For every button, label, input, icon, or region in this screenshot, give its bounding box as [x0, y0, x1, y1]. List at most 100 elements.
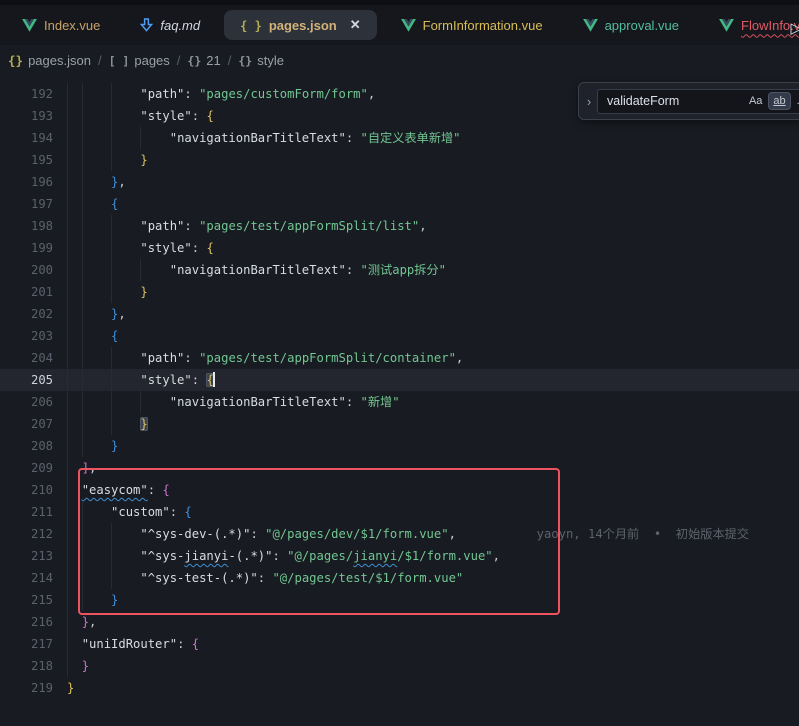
match-case-button[interactable]: Aa [745, 93, 766, 109]
code-token: } [111, 439, 118, 453]
code-text: } [67, 413, 799, 435]
indent-guide [67, 545, 68, 567]
indent-guide [67, 127, 68, 149]
code-token: : [346, 131, 361, 145]
indent-guide [82, 259, 83, 281]
line-number: 214 [0, 571, 53, 585]
code-token: { [206, 241, 213, 255]
code-token: "navigationBarTitleText" [170, 263, 346, 277]
code-token: "测试app拆分" [361, 263, 446, 277]
code-token: "custom" [111, 505, 170, 519]
indent-guide [82, 435, 83, 457]
code-line-207[interactable]: 207 } [0, 413, 799, 435]
code-token: "^sys-dev-(.*)" [140, 527, 250, 541]
line-number: 200 [0, 263, 53, 277]
tab-pages-json[interactable]: { }pages.json✕ [224, 10, 377, 40]
code-line-218[interactable]: 218 } [0, 655, 799, 677]
code-line-219[interactable]: 219} [0, 677, 799, 699]
code-line-211[interactable]: 211 "custom": { [0, 501, 799, 523]
code-token: jianyi [184, 549, 228, 563]
code-token [67, 549, 140, 563]
indent-guide [111, 237, 112, 259]
code-line-194[interactable]: 194 "navigationBarTitleText": "自定义表单新增" [0, 127, 799, 149]
indent-guide [82, 325, 83, 347]
code-line-196[interactable]: 196 }, [0, 171, 799, 193]
code-line-201[interactable]: 201 } [0, 281, 799, 303]
code-line-198[interactable]: 198 "path": "pages/test/appFormSplit/lis… [0, 215, 799, 237]
code-line-216[interactable]: 216 }, [0, 611, 799, 633]
code-line-199[interactable]: 199 "style": { [0, 237, 799, 259]
indent-guide [67, 567, 68, 589]
line-number: 192 [0, 87, 53, 101]
indent-guide [67, 501, 68, 523]
code-line-206[interactable]: 206 "navigationBarTitleText": "新增" [0, 391, 799, 413]
code-line-195[interactable]: 195 } [0, 149, 799, 171]
regex-button[interactable]: .* [793, 93, 799, 109]
code-token: "新增" [361, 395, 400, 409]
code-text: "^sys-jianyi-(.*)": "@/pages/jianyi/$1/f… [67, 545, 799, 567]
breadcrumb-item-pages[interactable]: [ ]pages [109, 53, 170, 68]
find-toggle-replace-chevron-icon[interactable]: › [581, 94, 597, 109]
code-token: "uniIdRouter" [82, 637, 177, 651]
vue-icon [719, 19, 734, 32]
code-line-204[interactable]: 204 "path": "pages/test/appFormSplit/con… [0, 347, 799, 369]
symbol-array-icon: [ ] [109, 54, 130, 68]
code-token: "style" [140, 109, 191, 123]
code-token [67, 417, 140, 431]
tab-forminformation-vue[interactable]: FormInformation.vue [385, 10, 559, 40]
code-token [67, 527, 140, 541]
code-token: "style" [140, 241, 191, 255]
line-number: 202 [0, 307, 53, 321]
indent-guide [67, 457, 68, 479]
code-token: yaoyn, 14个月前 • 初始版本提交 [456, 527, 749, 541]
line-number: 199 [0, 241, 53, 255]
code-line-202[interactable]: 202 }, [0, 303, 799, 325]
code-token: : [272, 549, 287, 563]
whole-word-button[interactable]: ab [769, 93, 789, 109]
code-line-217[interactable]: 217 "uniIdRouter": { [0, 633, 799, 655]
indent-guide [67, 633, 68, 655]
code-token [67, 219, 140, 233]
code-token: : [346, 263, 361, 277]
breadcrumb-item-pages-json[interactable]: {}pages.json [8, 53, 91, 68]
code-line-203[interactable]: 203 { [0, 325, 799, 347]
tab-flowinfo-vu[interactable]: FlowInfo.vu [703, 10, 799, 40]
tab-index-vue[interactable]: Index.vue [6, 10, 116, 40]
code-token: "自定义表单新增" [361, 131, 461, 145]
indent-guide [67, 83, 68, 105]
code-line-213[interactable]: 213 "^sys-jianyi-(.*)": "@/pages/jianyi/… [0, 545, 799, 567]
json-braces-icon: { } [240, 18, 262, 33]
code-line-210[interactable]: 210 "easycom": { [0, 479, 799, 501]
code-token [67, 461, 82, 475]
code-line-197[interactable]: 197 { [0, 193, 799, 215]
code-token: "@/pages/ [287, 549, 353, 563]
find-input[interactable]: validateForm [607, 94, 742, 108]
code-token: -(.*)" [228, 549, 272, 563]
code-line-212[interactable]: 212 "^sys-dev-(.*)": "@/pages/dev/$1/for… [0, 523, 799, 545]
tab-approval-vue[interactable]: approval.vue [567, 10, 695, 40]
file-json-icon: {} [8, 53, 23, 68]
tab-close-icon[interactable]: ✕ [350, 17, 361, 33]
code-line-205[interactable]: 205 "style": { [0, 369, 799, 391]
code-line-209[interactable]: 209 ], [0, 457, 799, 479]
indent-guide [82, 105, 83, 127]
indent-guide [67, 171, 68, 193]
tab-faq-md[interactable]: faq.md [124, 10, 216, 40]
breadcrumb-item-21[interactable]: {}21 [187, 53, 220, 68]
code-line-208[interactable]: 208 } [0, 435, 799, 457]
code-line-215[interactable]: 215 } [0, 589, 799, 611]
indent-guide [82, 523, 83, 545]
breadcrumb-label: 21 [206, 53, 220, 68]
code-editor[interactable]: 192 "path": "pages/customForm/form",193 … [0, 76, 799, 726]
code-line-200[interactable]: 200 "navigationBarTitleText": "测试app拆分" [0, 259, 799, 281]
tab-overflow-chevron-icon[interactable]: ▷ [790, 19, 799, 37]
indent-guide [67, 391, 68, 413]
line-number: 193 [0, 109, 53, 123]
breadcrumb-item-style[interactable]: {}style [238, 53, 284, 68]
code-token: , [368, 87, 375, 101]
code-token: "pages/test/appFormSplit/list" [199, 219, 419, 233]
line-number: 205 [0, 373, 53, 387]
code-line-214[interactable]: 214 "^sys-test-(.*)": "@/pages/test/$1/f… [0, 567, 799, 589]
indent-guide [82, 545, 83, 567]
code-token: : [192, 241, 207, 255]
